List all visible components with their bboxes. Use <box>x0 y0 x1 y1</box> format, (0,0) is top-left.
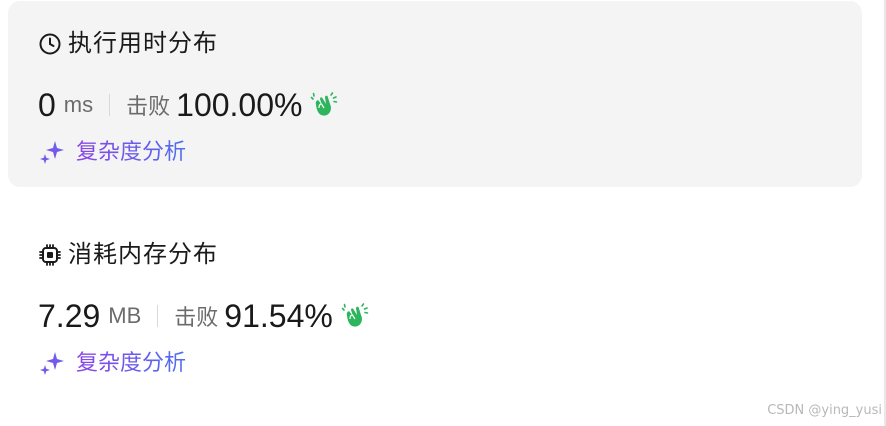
memory-analysis-label: 复杂度分析 <box>76 348 186 378</box>
runtime-value: 0 <box>38 87 56 123</box>
clapping-hands-icon <box>341 303 369 327</box>
runtime-unit: ms <box>63 92 94 117</box>
runtime-title-row: 执行用时分布 <box>38 29 218 59</box>
memory-title-row: 消耗内存分布 <box>38 240 218 270</box>
memory-value: 7.29 <box>38 298 101 334</box>
memory-stats-row: 7.29 MB 击败 91.54% <box>38 296 369 336</box>
memory-beat-label: 击败 <box>174 305 219 330</box>
clapping-hands-icon <box>311 92 338 116</box>
stats-divider <box>109 94 111 116</box>
runtime-beat-percent: 100.00% <box>176 86 303 123</box>
runtime-title: 执行用时分布 <box>68 30 218 57</box>
watermark: CSDN @ying_yusi <box>767 403 882 418</box>
memory-complexity-analysis-link[interactable]: 复杂度分析 <box>38 348 186 378</box>
chip-icon <box>39 244 61 266</box>
memory-title: 消耗内存分布 <box>68 241 218 268</box>
runtime-complexity-analysis-link[interactable]: 复杂度分析 <box>38 137 186 167</box>
runtime-analysis-label: 复杂度分析 <box>76 137 186 167</box>
sparkle-icon <box>40 141 64 164</box>
memory-unit: MB <box>108 303 142 328</box>
sparkle-icon <box>40 352 64 375</box>
runtime-beat-label: 击败 <box>126 94 171 119</box>
memory-beat-percent: 91.54% <box>224 297 333 334</box>
memory-distribution-card: 消耗内存分布 7.29 MB 击败 91.54% 复杂度分析 <box>8 212 862 402</box>
runtime-distribution-card: 执行用时分布 0 ms 击败 100.00% 复杂度分析 <box>8 1 862 187</box>
runtime-stats-row: 0 ms 击败 100.00% <box>38 85 338 125</box>
stats-divider <box>157 305 159 327</box>
clock-icon <box>39 33 61 55</box>
